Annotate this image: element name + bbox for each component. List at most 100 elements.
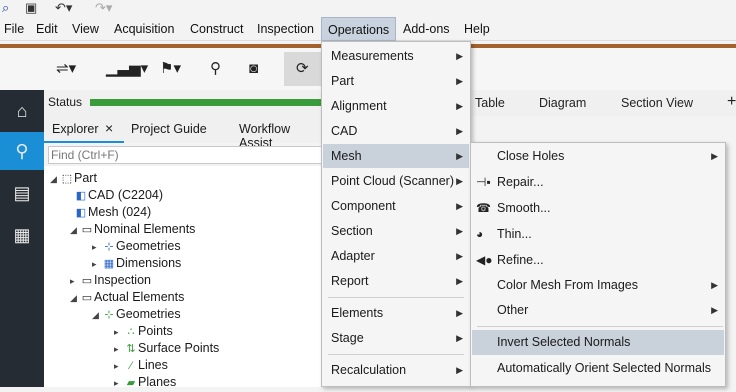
menu-mesh[interactable]: Mesh ▶ bbox=[323, 144, 469, 168]
menu-smooth[interactable]: ☎ Smooth... bbox=[472, 196, 724, 221]
submenu-arrow-icon: ▶ bbox=[456, 276, 463, 286]
collapse-icon[interactable]: ◢ bbox=[70, 222, 80, 239]
flag-icon[interactable]: ⚑▾ bbox=[160, 58, 181, 80]
menu-other[interactable]: Other ▶ bbox=[472, 298, 724, 323]
add-tab-button[interactable]: + bbox=[727, 93, 736, 111]
menu-color-mesh[interactable]: Color Mesh From Images ▶ bbox=[472, 273, 724, 298]
submenu-arrow-icon: ▶ bbox=[456, 51, 463, 61]
thin-icon: ◕ bbox=[476, 227, 484, 241]
tree-item[interactable]: ▸ ▦ Dimensions bbox=[92, 255, 181, 272]
submenu-arrow-icon: ▶ bbox=[711, 305, 718, 315]
tab-table[interactable]: Table bbox=[475, 96, 505, 110]
menu-operations[interactable]: Operations bbox=[321, 17, 397, 41]
quick-access-bar: ⌕ ▣ ↶▾ ↷▾ bbox=[0, 0, 736, 17]
redo-icon[interactable]: ↷▾ bbox=[95, 0, 112, 16]
submenu-arrow-icon: ▶ bbox=[456, 101, 463, 111]
submenu-arrow-icon: ▶ bbox=[456, 76, 463, 86]
tab-section-view[interactable]: Section View bbox=[621, 96, 693, 110]
menu-part[interactable]: Part ▶ bbox=[323, 69, 469, 93]
tab-diagram[interactable]: Diagram bbox=[539, 96, 586, 110]
points-icon: ∴ bbox=[127, 326, 135, 338]
find-input[interactable]: Find (Ctrl+F) bbox=[48, 146, 324, 164]
mesh-submenu: Close Holes ▶ ⊣▪ Repair... ☎ Smooth... ◕ Thi… bbox=[470, 142, 726, 387]
menu-view[interactable]: View bbox=[66, 17, 105, 41]
menu-separator bbox=[477, 326, 723, 327]
search-icon[interactable]: ⚲ bbox=[0, 132, 44, 170]
menu-report[interactable]: Report ▶ bbox=[323, 269, 469, 293]
menu-adapter[interactable]: Adapter ▶ bbox=[323, 244, 469, 268]
operations-dropdown: Measurements ▶ Part ▶ Alignment ▶ CAD ▶ Mesh… bbox=[321, 41, 471, 387]
menu-inspection[interactable]: Inspection bbox=[251, 17, 320, 41]
home-icon[interactable]: ⌂ bbox=[0, 92, 44, 130]
surface-points-icon: ⇅ bbox=[126, 343, 136, 355]
folder-icon: ▭ bbox=[81, 224, 93, 236]
expand-icon[interactable]: ▸ bbox=[70, 273, 80, 290]
planes-icon: ▰ bbox=[126, 377, 136, 389]
document-icon[interactable]: ▤ bbox=[0, 174, 44, 212]
menu-file[interactable]: File bbox=[0, 17, 30, 41]
menu-alignment[interactable]: Alignment ▶ bbox=[323, 94, 469, 118]
tab-explorer[interactable]: Explorer bbox=[52, 122, 99, 136]
menu-invert-normals[interactable]: Invert Selected Normals bbox=[472, 330, 724, 355]
menu-cad[interactable]: CAD ▶ bbox=[323, 119, 469, 143]
search-icon[interactable]: ⚲ bbox=[210, 58, 221, 80]
tree-item[interactable]: ◢ ▭ Actual Elements bbox=[70, 289, 184, 306]
menu-addons[interactable]: Add-ons bbox=[397, 17, 456, 41]
refine-icon: ◀● bbox=[476, 253, 493, 267]
expand-icon[interactable]: ▸ bbox=[114, 375, 124, 392]
tree-item[interactable]: ▸ ∴ Points bbox=[114, 323, 173, 340]
alignment-icon[interactable]: ⇌▾ bbox=[56, 58, 76, 80]
close-icon[interactable]: × bbox=[105, 120, 113, 136]
menu-component[interactable]: Component ▶ bbox=[323, 194, 469, 218]
expand-icon[interactable]: ▸ bbox=[114, 341, 124, 358]
chart-icon[interactable]: ▁▃▅▾ bbox=[106, 58, 148, 80]
refresh-icon[interactable]: ⟳ bbox=[296, 58, 309, 80]
tree-item[interactable]: ◢ ▭ Nominal Elements bbox=[70, 221, 195, 238]
collapse-icon[interactable]: ◢ bbox=[50, 171, 60, 188]
tree-item[interactable]: ◢ ⬚ Part bbox=[50, 170, 97, 187]
tree-item[interactable]: ◧ CAD (C2204) bbox=[74, 187, 163, 204]
tree-item[interactable]: ◢ ⊹ Geometries bbox=[92, 306, 181, 323]
menu-repair[interactable]: ⊣▪ Repair... bbox=[472, 170, 724, 195]
expand-icon[interactable]: ▸ bbox=[114, 324, 124, 341]
tree-item[interactable]: ▸ ▰ Planes bbox=[114, 374, 176, 391]
camera-icon[interactable]: ◙ bbox=[249, 58, 258, 80]
app-icon[interactable]: ⌕ bbox=[2, 0, 9, 16]
menu-acquisition[interactable]: Acquisition bbox=[108, 17, 180, 41]
tree-item[interactable]: ▸ ⊹ Geometries bbox=[92, 238, 181, 255]
expand-icon[interactable]: ▸ bbox=[92, 256, 102, 273]
submenu-arrow-icon: ▶ bbox=[456, 226, 463, 236]
menu-measurements[interactable]: Measurements ▶ bbox=[323, 44, 469, 68]
menu-thin[interactable]: ◕ Thin... bbox=[472, 222, 724, 247]
menu-elements[interactable]: Elements ▶ bbox=[323, 301, 469, 325]
menu-construct[interactable]: Construct bbox=[184, 17, 250, 41]
save-icon[interactable]: ▣ bbox=[25, 0, 37, 16]
active-tab-indicator bbox=[44, 141, 124, 143]
grid-icon[interactable]: ▦ bbox=[0, 216, 44, 254]
tree-item[interactable]: ▸ ⁄ Lines bbox=[114, 357, 168, 374]
menu-stage[interactable]: Stage ▶ bbox=[323, 326, 469, 350]
menu-section[interactable]: Section ▶ bbox=[323, 219, 469, 243]
submenu-arrow-icon: ▶ bbox=[456, 333, 463, 343]
menu-point-cloud[interactable]: Point Cloud (Scanner) ▶ bbox=[323, 169, 469, 193]
menu-refine[interactable]: ◀● Refine... bbox=[472, 248, 724, 273]
tree-item[interactable]: ▸ ⇅ Surface Points bbox=[114, 340, 219, 357]
menu-auto-orient-normals[interactable]: Automatically Orient Selected Normals bbox=[472, 356, 724, 381]
geometry-icon: ⊹ bbox=[104, 241, 114, 253]
cad-icon: ◧ bbox=[75, 190, 87, 202]
undo-icon[interactable]: ↶▾ bbox=[55, 0, 72, 16]
tree-item[interactable]: ◧ Mesh (024) bbox=[74, 204, 151, 221]
menu-recalculation[interactable]: Recalculation ▶ bbox=[323, 358, 469, 382]
menu-edit[interactable]: Edit bbox=[30, 17, 64, 41]
expand-icon[interactable]: ▸ bbox=[92, 239, 102, 256]
collapse-icon[interactable]: ◢ bbox=[70, 290, 80, 307]
expand-icon[interactable]: ▸ bbox=[114, 358, 124, 375]
submenu-arrow-icon: ▶ bbox=[711, 151, 718, 161]
collapse-icon[interactable]: ◢ bbox=[92, 307, 102, 324]
menu-help[interactable]: Help bbox=[458, 17, 496, 41]
folder-icon: ▭ bbox=[81, 275, 93, 287]
menu-close-holes[interactable]: Close Holes ▶ bbox=[472, 144, 724, 169]
menu-separator bbox=[328, 354, 464, 355]
tree-item[interactable]: ▸ ▭ Inspection bbox=[70, 272, 151, 289]
tab-project-guide[interactable]: Project Guide bbox=[131, 122, 207, 136]
